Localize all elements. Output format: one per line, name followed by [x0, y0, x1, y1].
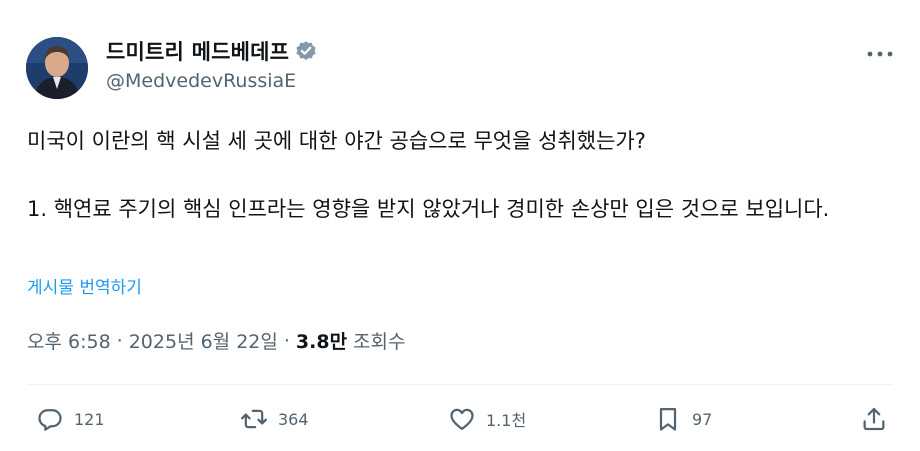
author-name-row: 드미트리 메드베데프: [106, 36, 317, 66]
more-icon[interactable]: [862, 44, 898, 64]
divider: [27, 384, 893, 385]
meta-separator: ·: [116, 329, 123, 352]
post-date[interactable]: 2025년 6월 22일: [129, 327, 278, 354]
tweet-paragraph: 미국이 이란의 핵 시설 세 곳에 대한 야간 공습으로 무엇을 성취했는가?: [27, 129, 646, 153]
tweet-paragraph: 1. 핵연료 주기의 핵심 인프라는 영향을 받지 않았거나 경미한 손상만 입…: [27, 197, 830, 221]
tweet-text: 미국이 이란의 핵 시설 세 곳에 대한 야간 공습으로 무엇을 성취했는가? …: [27, 124, 887, 226]
reply-count: 121: [74, 409, 105, 429]
author-handle[interactable]: @MedvedevRussiaE: [106, 70, 317, 92]
bookmark-icon: [659, 407, 677, 431]
avatar-image: [26, 37, 88, 99]
share-icon: [863, 407, 885, 431]
reply-button[interactable]: 121: [36, 402, 105, 436]
like-icon: [450, 408, 474, 431]
repost-count: 364: [278, 409, 309, 429]
bookmark-count: 97: [692, 409, 713, 429]
tweet-meta: 오후 6:58 · 2025년 6월 22일 · 3.8만 조회수: [27, 327, 406, 354]
repost-icon: [240, 409, 268, 429]
views-label: 조회수: [353, 331, 406, 353]
views-count[interactable]: 3.8만: [296, 327, 347, 354]
translate-post-link[interactable]: 게시물 번역하기: [27, 273, 142, 298]
bookmark-button[interactable]: 97: [654, 402, 712, 436]
avatar[interactable]: [26, 37, 88, 99]
author-display-name[interactable]: 드미트리 메드베데프: [106, 36, 289, 66]
share-button[interactable]: [860, 402, 888, 436]
like-count: 1.1천: [486, 411, 527, 430]
meta-separator: ·: [283, 329, 290, 352]
post-time[interactable]: 오후 6:58: [27, 327, 111, 354]
like-button[interactable]: 1.1천: [448, 402, 526, 436]
tweet-card: 드미트리 메드베데프 @MedvedevRussiaE 미국이 이란의 핵 시설…: [0, 0, 920, 451]
verified-badge-icon: [295, 40, 317, 62]
repost-button[interactable]: 364: [240, 402, 309, 436]
reply-icon: [38, 409, 62, 431]
tweet-header: 드미트리 메드베데프 @MedvedevRussiaE: [106, 36, 317, 92]
